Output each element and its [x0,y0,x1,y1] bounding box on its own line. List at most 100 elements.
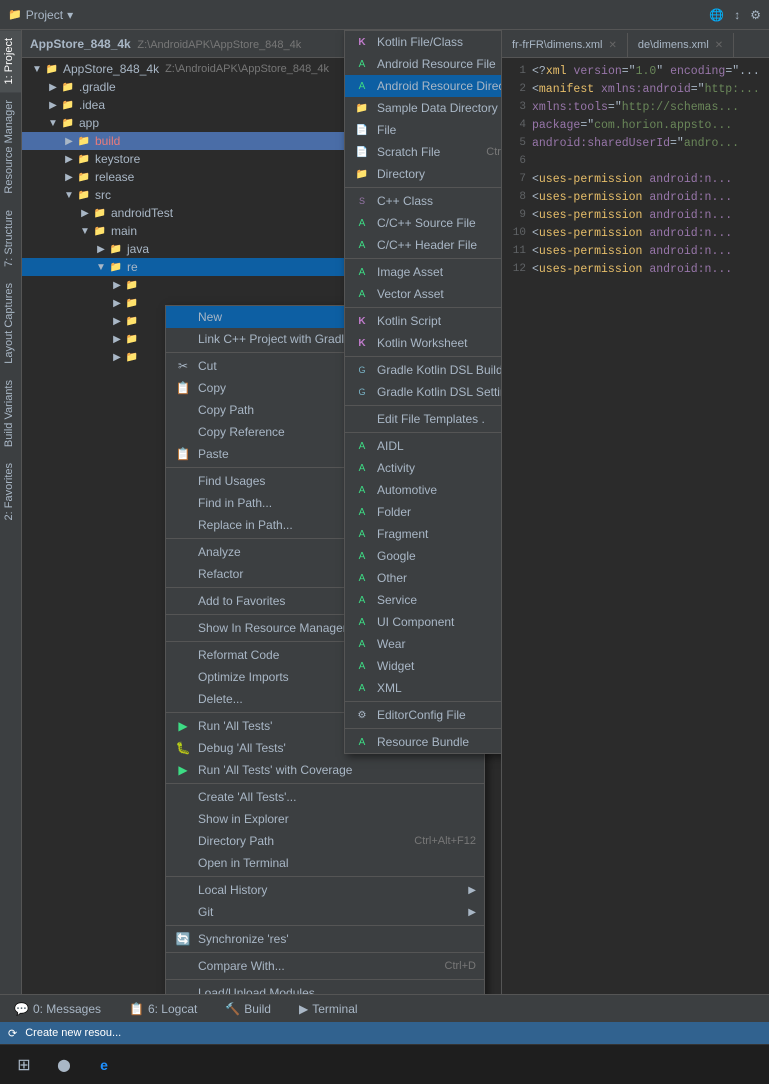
submenu-aidl[interactable]: A AIDL ▶ [345,435,502,457]
directory-icon: 📁 [353,165,371,183]
submenu-service[interactable]: A Service ▶ [345,589,502,611]
submenu-xml[interactable]: A XML ▶ [345,677,502,699]
logcat-label: 6: Logcat [148,1002,197,1016]
submenu-android-resource-file[interactable]: A Android Resource File [345,53,502,75]
submenu-edit-templates[interactable]: Edit File Templates . [345,408,502,430]
status-spinner: ⟳ [8,1027,17,1040]
main-layout: 1: Project Resource Manager 7: Structure… [0,30,769,994]
sidebar-tab-captures[interactable]: Layout Captures [0,275,21,372]
project-dropdown[interactable]: 📁 Project ▾ [8,8,73,22]
messages-label: 0: Messages [33,1002,101,1016]
tree-arrow-java: ▶ [94,244,108,255]
menu-item-dir-path[interactable]: Directory Path Ctrl+Alt+F12 [166,830,484,852]
submenu-wear[interactable]: A Wear ▶ [345,633,502,655]
folder-keystore-icon: 📁 [76,151,92,167]
menu-item-git[interactable]: Git ▶ [166,901,484,923]
scratch-icon: 📄 [353,143,371,161]
menu-item-compare[interactable]: Compare With... Ctrl+D [166,955,484,977]
bottom-tab-messages[interactable]: 💬 0: Messages [8,995,107,1023]
submenu-resource-bundle[interactable]: A Resource Bundle [345,731,502,753]
windows-icon: ⊞ [17,1055,30,1075]
editor-area: fr-frFR\dimens.xml ✕ de\dimens.xml ✕ 1 <… [502,30,769,994]
submenu-widget[interactable]: A Widget ▶ [345,655,502,677]
menu-item-synchronize[interactable]: 🔄 Synchronize 'res' [166,928,484,950]
sidebar-tab-structure[interactable]: 7: Structure [0,202,21,275]
sidebar-tab-resource[interactable]: Resource Manager [0,92,21,202]
menu-item-local-history[interactable]: Local History ▶ [166,879,484,901]
submenu-fragment[interactable]: A Fragment ▶ [345,523,502,545]
submenu-folder[interactable]: A Folder ▶ [345,501,502,523]
tab-de-close[interactable]: ✕ [715,40,723,51]
submenu-automotive[interactable]: A Automotive ▶ [345,479,502,501]
settings-icon[interactable]: ⚙ [750,8,761,22]
menu-item-show-explorer[interactable]: Show in Explorer [166,808,484,830]
submenu-cpp-source[interactable]: A C/C++ Source File [345,212,502,234]
top-bar-icons: 🌐 ↕ ⚙ [709,8,761,22]
bottom-tab-build[interactable]: 🔨 Build [219,995,277,1023]
folder-androidtest-icon: 📁 [92,205,108,221]
project-icon: 📁 [8,8,22,21]
cpp-source-icon: A [353,214,371,232]
submenu-cpp-class[interactable]: S C++ Class [345,190,502,212]
submenu-google[interactable]: A Google ▶ [345,545,502,567]
top-bar: 📁 Project ▾ 🌐 ↕ ⚙ [0,0,769,30]
submenu-sample-data[interactable]: 📁 Sample Data Directory [345,97,502,119]
submenu-other[interactable]: A Other ▶ [345,567,502,589]
taskbar-search[interactable]: ⬤ [44,1047,84,1083]
tree-arrow-app: ▼ [46,118,60,129]
messages-icon: 💬 [14,1002,29,1016]
menu-item-create-tests[interactable]: Create 'All Tests'... [166,786,484,808]
sidebar-tab-favorites[interactable]: 2: Favorites [0,455,21,528]
submenu-kotlin-class[interactable]: K Kotlin File/Class [345,31,502,53]
bottom-tab-logcat[interactable]: 📋 6: Logcat [123,995,203,1023]
submenu-sep4 [345,356,502,357]
service-icon: A [353,591,371,609]
submenu-android-resource-dir[interactable]: A Android Resource Directory [345,75,502,97]
taskbar-windows[interactable]: ⊞ [4,1047,44,1083]
menu-item-run-coverage[interactable]: ▶ Run 'All Tests' with Coverage [166,759,484,781]
sync-icon[interactable]: ↕ [734,8,740,22]
submenu-kotlin-worksheet[interactable]: K Kotlin Worksheet [345,332,502,354]
tree-arrow-main: ▼ [78,226,92,237]
menu-item-load-modules[interactable]: Load/Unload Modules... [166,982,484,994]
separator-10 [166,925,484,926]
submenu-activity[interactable]: A Activity ▶ [345,457,502,479]
aidl-icon: A [353,437,371,455]
code-line-1: 1 <?xml version="1.0" encoding="... [502,62,769,80]
menu-item-open-terminal[interactable]: Open in Terminal [166,852,484,874]
tab-fr-dimens[interactable]: fr-frFR\dimens.xml ✕ [502,33,628,57]
submenu-vector-asset[interactable]: A Vector Asset [345,283,502,305]
taskbar-ie[interactable]: e [84,1047,124,1083]
submenu-editorconfig[interactable]: ⚙ EditorConfig File [345,704,502,726]
editorconfig-icon: ⚙ [353,706,371,724]
history-icon [174,881,192,899]
code-line-6: 6 [502,152,769,170]
submenu-sep6 [345,432,502,433]
submenu-image-asset[interactable]: A Image Asset [345,261,502,283]
fragment-icon: A [353,525,371,543]
submenu-directory[interactable]: 📁 Directory [345,163,502,185]
tree-label-res: re [127,260,138,274]
submenu-gradle-settings[interactable]: G Gradle Kotlin DSL Settings [345,381,502,403]
folder-p2-icon: 📁 [124,295,140,311]
submenu-scratch-file[interactable]: 📄 Scratch File Ctrl+Alt+Shift+Insert [345,141,502,163]
submenu-ui-component[interactable]: A UI Component ▶ [345,611,502,633]
copy-icon: 📋 [174,379,192,397]
submenu-gradle-build[interactable]: G Gradle Kotlin DSL Build Script [345,359,502,381]
sidebar-tab-variants[interactable]: Build Variants [0,372,21,455]
submenu-kotlin-script[interactable]: K Kotlin Script [345,310,502,332]
tab-fr-close[interactable]: ✕ [608,40,616,51]
taskbar: ⊞ ⬤ e [0,1044,769,1084]
globe-icon[interactable]: 🌐 [709,8,724,22]
folder-sub-icon: A [353,503,371,521]
sidebar-tab-project[interactable]: 1: Project [0,30,21,92]
code-line-5: 5 android:sharedUserId="andro... [502,134,769,152]
submenu-file[interactable]: 📄 File [345,119,502,141]
tree-label-androidtest: androidTest [111,206,173,220]
tab-de-dimens[interactable]: de\dimens.xml ✕ [628,33,734,57]
build-icon: 🔨 [225,1002,240,1016]
bottom-tab-terminal[interactable]: ▶ Terminal [293,995,364,1023]
terminal-icon [174,854,192,872]
tree-arrow-appstore: ▼ [30,64,44,75]
submenu-cpp-header[interactable]: A C/C++ Header File [345,234,502,256]
